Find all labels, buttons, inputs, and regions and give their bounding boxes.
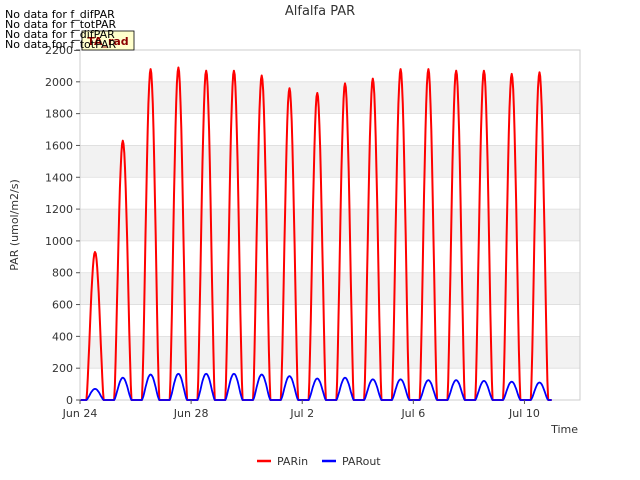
y-tick-label: 1000 bbox=[45, 235, 73, 248]
chart-title: Alfalfa PAR bbox=[285, 4, 355, 19]
y-tick-label: 1400 bbox=[45, 171, 73, 184]
x-axis-label: Time bbox=[550, 423, 578, 436]
chart: 0200400600800100012001400160018002000220… bbox=[0, 0, 640, 480]
x-tick-label: Jul 6 bbox=[400, 407, 425, 420]
plot-band bbox=[80, 81, 580, 114]
y-tick-label: 0 bbox=[66, 394, 73, 407]
y-tick-label: 600 bbox=[52, 299, 73, 312]
y-tick-label: 1200 bbox=[45, 203, 73, 216]
x-tick-label: Jul 2 bbox=[289, 407, 314, 420]
y-tick-label: 1600 bbox=[45, 139, 73, 152]
y-tick-label: 400 bbox=[52, 330, 73, 343]
x-tick-label: Jun 28 bbox=[173, 407, 209, 420]
y-tick-label: 1800 bbox=[45, 108, 73, 121]
y-tick-label: 2000 bbox=[45, 76, 73, 89]
y-tick-label: 200 bbox=[52, 362, 73, 375]
no-data-message-4: No data for f_totPAR bbox=[5, 38, 117, 51]
y-tick-label: 800 bbox=[52, 267, 73, 280]
legend-label-parout: PARout bbox=[342, 455, 381, 468]
y-axis-label: PAR (umol/m2/s) bbox=[8, 179, 21, 271]
x-tick-label: Jul 10 bbox=[508, 407, 540, 420]
x-tick-label: Jun 24 bbox=[62, 407, 98, 420]
legend-label-parin: PARin bbox=[277, 455, 308, 468]
